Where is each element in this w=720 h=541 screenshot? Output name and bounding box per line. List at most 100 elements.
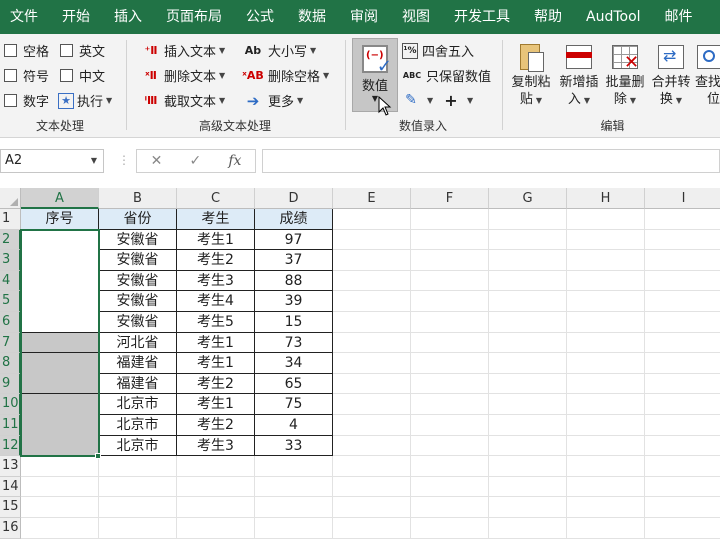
merge-convert-button[interactable]: ⇄ 合并转 换 ▼ <box>649 40 693 109</box>
find-button[interactable]: 查找 位 <box>695 40 720 108</box>
table-cell[interactable]: 安徽省 <box>99 229 177 251</box>
extract-text-button[interactable]: ⁱⅢ 截取文本 ▼ <box>142 91 226 110</box>
grid-cell[interactable] <box>411 394 489 415</box>
tab-view[interactable]: 视图 <box>390 0 442 34</box>
grid-cell[interactable] <box>99 456 177 477</box>
column-header-e[interactable]: E <box>333 188 411 209</box>
table-cell[interactable]: 安徽省 <box>99 291 177 312</box>
column-header-b[interactable]: B <box>99 188 177 209</box>
grid-cell[interactable] <box>645 230 720 251</box>
column-header-h[interactable]: H <box>567 188 645 209</box>
row-header-13[interactable]: 13 <box>0 456 21 477</box>
checkbox-english[interactable]: 英文 <box>60 41 105 60</box>
checkbox-number[interactable]: 数字 <box>4 91 49 110</box>
grid-cell[interactable] <box>177 518 255 539</box>
grid-cell[interactable] <box>489 476 567 498</box>
checkbox-space[interactable]: 空格 <box>4 41 49 60</box>
table-cell[interactable]: 考生3 <box>177 270 255 292</box>
enter-icon[interactable]: ✓ <box>189 153 201 169</box>
batch-delete-button[interactable]: ✕ 批量删 除 ▼ <box>603 40 647 109</box>
table-cell[interactable]: 73 <box>255 332 333 354</box>
column-header-f[interactable]: F <box>411 188 489 209</box>
grid-cell[interactable] <box>333 373 411 395</box>
table-header-cell[interactable]: 成绩 <box>255 209 333 230</box>
grid-cell[interactable] <box>567 250 645 271</box>
grid-cell[interactable] <box>99 476 177 498</box>
merged-cell[interactable] <box>21 229 99 333</box>
grid-cell[interactable] <box>333 270 411 292</box>
insert-text-button[interactable]: ⁺Ⅱ 插入文本 ▼ <box>142 41 225 60</box>
tab-file[interactable]: 文件 <box>0 0 50 34</box>
table-cell[interactable]: 北京市 <box>99 435 177 457</box>
grid-cell[interactable] <box>489 373 567 395</box>
grid-cell[interactable] <box>333 353 411 374</box>
grid-cell[interactable] <box>645 415 720 436</box>
table-cell[interactable]: 97 <box>255 229 333 251</box>
merged-cell[interactable] <box>21 353 99 395</box>
grid-cell[interactable] <box>645 497 720 518</box>
grid-cell[interactable] <box>645 394 720 415</box>
grid-cell[interactable] <box>255 518 333 539</box>
grid-cell[interactable] <box>411 312 489 333</box>
table-cell[interactable]: 福建省 <box>99 373 177 395</box>
grid-cell[interactable] <box>411 518 489 539</box>
grid-cell[interactable] <box>489 291 567 312</box>
grid-cell[interactable] <box>567 209 645 230</box>
grid-cell[interactable] <box>567 476 645 498</box>
column-header-c[interactable]: C <box>177 188 255 209</box>
grid-cell[interactable] <box>255 456 333 477</box>
tab-home[interactable]: 开始 <box>50 0 102 34</box>
grid-cell[interactable] <box>645 436 720 457</box>
copy-paste-button[interactable]: 复制粘 贴 ▼ <box>509 40 553 109</box>
grid-cell[interactable] <box>567 270 645 292</box>
tab-review[interactable]: 审阅 <box>338 0 390 34</box>
row-header-8[interactable]: 8 <box>0 353 21 374</box>
grid-cell[interactable] <box>489 415 567 436</box>
grid-cell[interactable] <box>333 291 411 312</box>
grid-cell[interactable] <box>333 435 411 457</box>
select-all-corner[interactable] <box>0 188 21 209</box>
row-header-5[interactable]: 5 <box>0 291 21 312</box>
grid-cell[interactable] <box>333 229 411 251</box>
table-cell[interactable]: 安徽省 <box>99 270 177 292</box>
row-header-1[interactable]: 1 <box>0 209 21 230</box>
grid-cell[interactable] <box>177 456 255 477</box>
table-cell[interactable]: 考生3 <box>177 435 255 457</box>
grid-cell[interactable] <box>567 518 645 539</box>
grid-cell[interactable] <box>645 353 720 374</box>
table-cell[interactable]: 考生1 <box>177 353 255 374</box>
edit-dropdown-button[interactable]: ✎ ▼ <box>402 91 433 109</box>
table-cell[interactable]: 安徽省 <box>99 250 177 271</box>
tab-insert[interactable]: 插入 <box>102 0 154 34</box>
table-header-cell[interactable]: 序号 <box>21 209 99 230</box>
table-cell[interactable]: 33 <box>255 435 333 457</box>
delete-space-button[interactable]: ˣAB 删除空格 ▼ <box>242 66 329 85</box>
table-cell[interactable]: 75 <box>255 394 333 415</box>
grid-cell[interactable] <box>333 497 411 518</box>
grid-cell[interactable] <box>567 229 645 251</box>
column-header-i[interactable]: I <box>645 188 720 209</box>
merged-cell[interactable] <box>21 394 99 457</box>
grid-cell[interactable] <box>411 476 489 498</box>
grid-cell[interactable] <box>489 497 567 518</box>
grid-cell[interactable] <box>177 497 255 518</box>
row-header-2[interactable]: 2 <box>0 229 21 251</box>
row-header-9[interactable]: 9 <box>0 373 21 395</box>
grid-cell[interactable] <box>567 312 645 333</box>
merged-cell[interactable] <box>21 332 99 354</box>
round-button[interactable]: ¹% 四舍五入 <box>402 41 474 60</box>
grid-cell[interactable] <box>333 476 411 498</box>
grid-cell[interactable] <box>489 229 567 251</box>
row-header-11[interactable]: 11 <box>0 415 21 436</box>
grid-cell[interactable] <box>489 209 567 230</box>
grid-cell[interactable] <box>489 456 567 477</box>
grid-cell[interactable] <box>567 456 645 477</box>
grid-cell[interactable] <box>333 332 411 354</box>
grid-cell[interactable] <box>645 456 720 477</box>
tab-formulas[interactable]: 公式 <box>234 0 286 34</box>
grid-cell[interactable] <box>489 518 567 539</box>
grid-cell[interactable] <box>21 497 99 518</box>
table-cell[interactable]: 北京市 <box>99 415 177 436</box>
table-cell[interactable]: 37 <box>255 250 333 271</box>
row-header-7[interactable]: 7 <box>0 332 21 354</box>
